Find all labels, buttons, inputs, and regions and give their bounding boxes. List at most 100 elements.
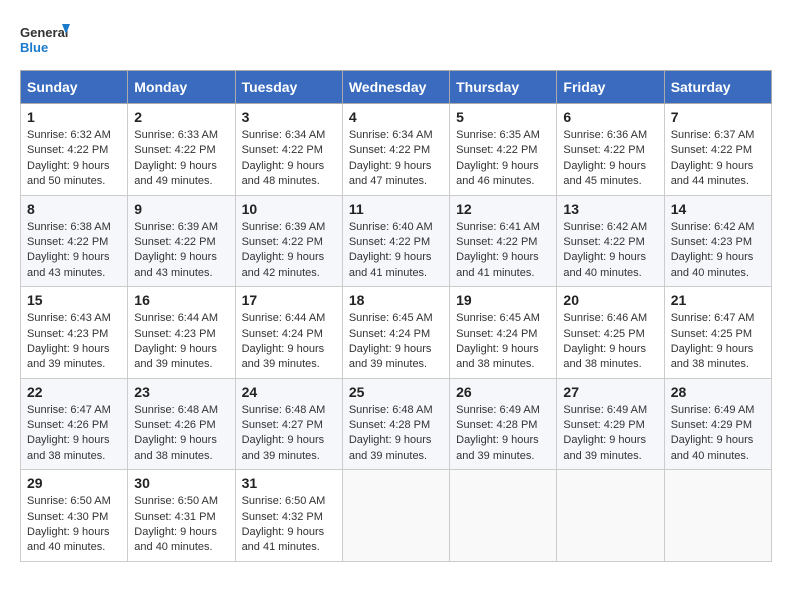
week-row-4: 22 Sunrise: 6:47 AM Sunset: 4:26 PM Dayli… [21, 378, 772, 470]
calendar-cell: 12Sunrise: 6:41 AM Sunset: 4:22 PM Dayli… [450, 195, 557, 287]
calendar-cell: 6 Sunrise: 6:36 AM Sunset: 4:22 PM Daylig… [557, 104, 664, 196]
calendar-cell: 1Sunrise: 6:32 AM Sunset: 4:22 PM Daylig… [21, 104, 128, 196]
week-row-5: 29 Sunrise: 6:50 AM Sunset: 4:30 PM Dayli… [21, 470, 772, 562]
calendar-cell: 9Sunrise: 6:39 AM Sunset: 4:22 PM Daylig… [128, 195, 235, 287]
day-info: Sunrise: 6:49 AM Sunset: 4:28 PM Dayligh… [456, 403, 550, 465]
calendar-cell [664, 470, 771, 562]
day-info: Sunrise: 6:47 AM Sunset: 4:26 PM Dayligh… [27, 403, 121, 465]
day-info: Sunrise: 6:35 AM Sunset: 4:22 PM Dayligh… [456, 128, 550, 190]
day-info: Sunrise: 6:44 AM Sunset: 4:23 PM Dayligh… [134, 311, 228, 373]
day-number: 6 [563, 109, 657, 125]
day-info: Sunrise: 6:38 AM Sunset: 4:22 PM Dayligh… [27, 220, 121, 282]
day-number: 28 [671, 384, 765, 400]
day-info: Sunrise: 6:43 AM Sunset: 4:23 PM Dayligh… [27, 311, 121, 373]
calendar-cell: 11 Sunrise: 6:40 AM Sunset: 4:22 PM Dayli… [342, 195, 449, 287]
calendar-cell: 3 Sunrise: 6:34 AM Sunset: 4:22 PM Daylig… [235, 104, 342, 196]
logo-svg: General Blue [20, 20, 70, 60]
day-info: Sunrise: 6:36 AM Sunset: 4:22 PM Dayligh… [563, 128, 657, 190]
days-header-row: SundayMondayTuesdayWednesdayThursdayFrid… [21, 71, 772, 104]
calendar-cell [450, 470, 557, 562]
svg-text:Blue: Blue [20, 40, 48, 55]
day-header-friday: Friday [557, 71, 664, 104]
day-number: 31 [242, 475, 336, 491]
week-row-1: 1Sunrise: 6:32 AM Sunset: 4:22 PM Daylig… [21, 104, 772, 196]
calendar-cell: 15 Sunrise: 6:43 AM Sunset: 4:23 PM Dayli… [21, 287, 128, 379]
day-info: Sunrise: 6:46 AM Sunset: 4:25 PM Dayligh… [563, 311, 657, 373]
day-number: 13 [563, 201, 657, 217]
day-number: 14 [671, 201, 765, 217]
calendar-cell: 22 Sunrise: 6:47 AM Sunset: 4:26 PM Dayli… [21, 378, 128, 470]
day-number: 10 [242, 201, 336, 217]
calendar-cell: 29 Sunrise: 6:50 AM Sunset: 4:30 PM Dayli… [21, 470, 128, 562]
day-number: 12 [456, 201, 550, 217]
day-number: 8 [27, 201, 121, 217]
calendar-cell: 16 Sunrise: 6:44 AM Sunset: 4:23 PM Dayli… [128, 287, 235, 379]
day-number: 7 [671, 109, 765, 125]
day-number: 26 [456, 384, 550, 400]
day-info: Sunrise: 6:37 AM Sunset: 4:22 PM Dayligh… [671, 128, 765, 190]
day-number: 2 [134, 109, 228, 125]
day-number: 24 [242, 384, 336, 400]
day-number: 22 [27, 384, 121, 400]
calendar-table: SundayMondayTuesdayWednesdayThursdayFrid… [20, 70, 772, 562]
day-info: Sunrise: 6:40 AM Sunset: 4:22 PM Dayligh… [349, 220, 443, 282]
day-number: 5 [456, 109, 550, 125]
day-info: Sunrise: 6:48 AM Sunset: 4:26 PM Dayligh… [134, 403, 228, 465]
calendar-cell: 31 Sunrise: 6:50 AM Sunset: 4:32 PM Dayli… [235, 470, 342, 562]
calendar-cell [557, 470, 664, 562]
day-number: 15 [27, 292, 121, 308]
day-info: Sunrise: 6:34 AM Sunset: 4:22 PM Dayligh… [242, 128, 336, 190]
calendar-cell: 7 Sunrise: 6:37 AM Sunset: 4:22 PM Daylig… [664, 104, 771, 196]
day-header-monday: Monday [128, 71, 235, 104]
day-header-sunday: Sunday [21, 71, 128, 104]
day-number: 25 [349, 384, 443, 400]
day-info: Sunrise: 6:48 AM Sunset: 4:28 PM Dayligh… [349, 403, 443, 465]
day-info: Sunrise: 6:50 AM Sunset: 4:30 PM Dayligh… [27, 494, 121, 556]
calendar-cell: 8 Sunrise: 6:38 AM Sunset: 4:22 PM Daylig… [21, 195, 128, 287]
calendar-cell: 25 Sunrise: 6:48 AM Sunset: 4:28 PM Dayli… [342, 378, 449, 470]
calendar-cell: 28 Sunrise: 6:49 AM Sunset: 4:29 PM Dayli… [664, 378, 771, 470]
day-number: 3 [242, 109, 336, 125]
day-number: 19 [456, 292, 550, 308]
calendar-cell: 26 Sunrise: 6:49 AM Sunset: 4:28 PM Dayli… [450, 378, 557, 470]
calendar-cell: 23 Sunrise: 6:48 AM Sunset: 4:26 PM Dayli… [128, 378, 235, 470]
day-header-wednesday: Wednesday [342, 71, 449, 104]
day-info: Sunrise: 6:50 AM Sunset: 4:32 PM Dayligh… [242, 494, 336, 556]
calendar-cell: 20 Sunrise: 6:46 AM Sunset: 4:25 PM Dayli… [557, 287, 664, 379]
day-info: Sunrise: 6:45 AM Sunset: 4:24 PM Dayligh… [456, 311, 550, 373]
calendar-cell: 4Sunrise: 6:34 AM Sunset: 4:22 PM Daylig… [342, 104, 449, 196]
day-header-tuesday: Tuesday [235, 71, 342, 104]
calendar-cell: 21Sunrise: 6:47 AM Sunset: 4:25 PM Dayli… [664, 287, 771, 379]
calendar-cell: 5 Sunrise: 6:35 AM Sunset: 4:22 PM Daylig… [450, 104, 557, 196]
day-number: 23 [134, 384, 228, 400]
calendar-cell: 24 Sunrise: 6:48 AM Sunset: 4:27 PM Dayli… [235, 378, 342, 470]
logo: General Blue [20, 20, 70, 60]
day-number: 20 [563, 292, 657, 308]
calendar-container: General Blue SundayMondayTuesdayWednesda… [20, 20, 772, 562]
day-info: Sunrise: 6:50 AM Sunset: 4:31 PM Dayligh… [134, 494, 228, 556]
calendar-cell: 10 Sunrise: 6:39 AM Sunset: 4:22 PM Dayli… [235, 195, 342, 287]
day-info: Sunrise: 6:44 AM Sunset: 4:24 PM Dayligh… [242, 311, 336, 373]
day-number: 1 [27, 109, 121, 125]
day-number: 21 [671, 292, 765, 308]
day-info: Sunrise: 6:45 AM Sunset: 4:24 PM Dayligh… [349, 311, 443, 373]
day-number: 17 [242, 292, 336, 308]
day-info: Sunrise: 6:39 AM Sunset: 4:22 PM Dayligh… [242, 220, 336, 282]
day-number: 29 [27, 475, 121, 491]
calendar-cell: 13 Sunrise: 6:42 AM Sunset: 4:22 PM Dayli… [557, 195, 664, 287]
day-info: Sunrise: 6:42 AM Sunset: 4:22 PM Dayligh… [563, 220, 657, 282]
day-number: 27 [563, 384, 657, 400]
calendar-cell: 27Sunrise: 6:49 AM Sunset: 4:29 PM Dayli… [557, 378, 664, 470]
header: General Blue [20, 20, 772, 60]
day-number: 11 [349, 201, 443, 217]
day-header-saturday: Saturday [664, 71, 771, 104]
day-info: Sunrise: 6:48 AM Sunset: 4:27 PM Dayligh… [242, 403, 336, 465]
day-info: Sunrise: 6:42 AM Sunset: 4:23 PM Dayligh… [671, 220, 765, 282]
day-info: Sunrise: 6:34 AM Sunset: 4:22 PM Dayligh… [349, 128, 443, 190]
calendar-cell: 2Sunrise: 6:33 AM Sunset: 4:22 PM Daylig… [128, 104, 235, 196]
day-number: 18 [349, 292, 443, 308]
day-number: 16 [134, 292, 228, 308]
calendar-cell: 19 Sunrise: 6:45 AM Sunset: 4:24 PM Dayli… [450, 287, 557, 379]
day-info: Sunrise: 6:49 AM Sunset: 4:29 PM Dayligh… [671, 403, 765, 465]
calendar-cell: 14 Sunrise: 6:42 AM Sunset: 4:23 PM Dayli… [664, 195, 771, 287]
